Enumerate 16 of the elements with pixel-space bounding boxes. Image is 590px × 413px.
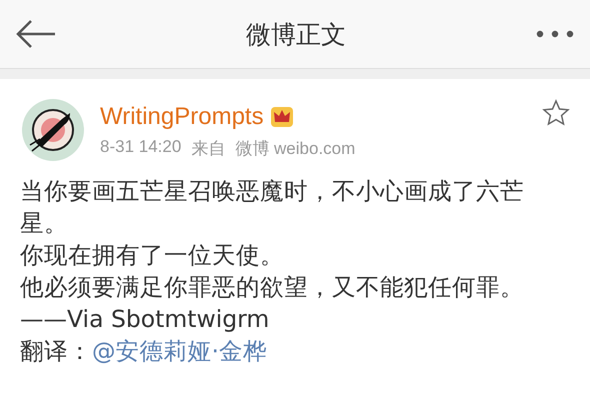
translator-credit: 翻译：@安德莉娅·金桦 — [20, 336, 268, 367]
source-label: 来自 — [191, 138, 226, 160]
post-source: 微博 weibo.com — [235, 138, 356, 160]
translator-link[interactable]: @安德莉娅·金桦 — [92, 337, 267, 365]
post-text: 你现在拥有了一位天使。 — [20, 240, 285, 271]
more-icon[interactable] — [536, 30, 574, 38]
post-text: 他必须要满足你罪恶的欲望，又不能犯任何罪。 — [20, 272, 525, 303]
back-icon[interactable] — [16, 19, 56, 49]
post-text: 当你要画五芒星召唤恶魔时，不小心画成了六芒星。 — [20, 176, 525, 239]
post-text: ——Via Sbotmtwigrm — [20, 304, 270, 335]
avatar-icon[interactable] — [22, 99, 84, 161]
post-time: 8-31 14:20 — [100, 137, 182, 158]
crown-icon — [270, 106, 294, 128]
page-title: 微博正文 — [246, 18, 346, 50]
author-name[interactable]: WritingPrompts — [100, 103, 264, 131]
star-icon[interactable] — [542, 99, 570, 127]
